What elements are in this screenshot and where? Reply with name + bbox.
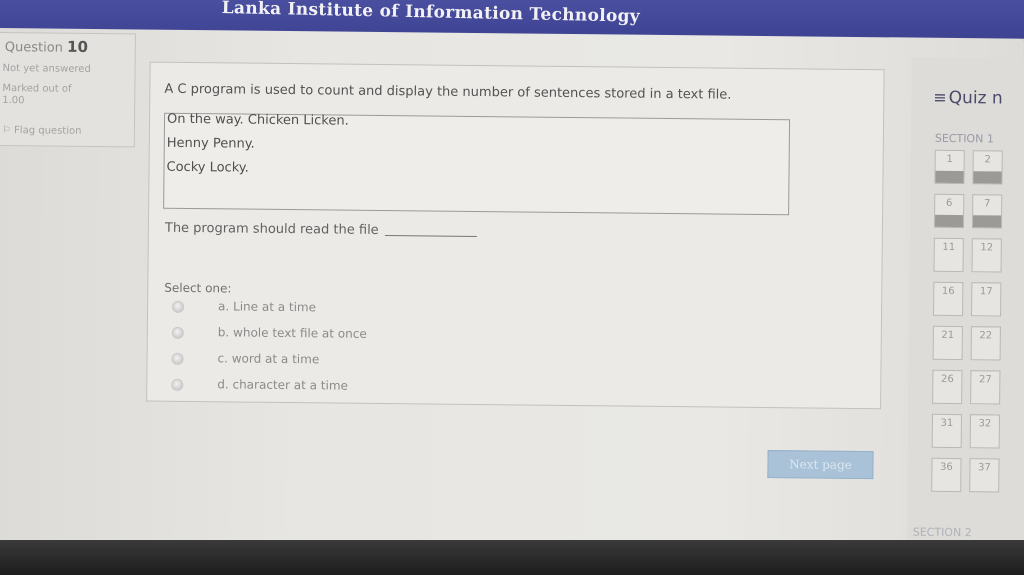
file-content-box: On the way. Chicken Licken. Henny Penny.… (163, 111, 791, 216)
option-label: c. word at a time (217, 351, 320, 367)
option-label: b. whole text file at once (217, 325, 367, 341)
answer-blank (384, 235, 477, 238)
question-prompt: The program should read the file (165, 221, 477, 239)
question-nav-cell[interactable]: 32 (969, 414, 1001, 449)
question-nav-cell[interactable]: 37 (969, 458, 1000, 493)
question-nav-cell[interactable]: 21 (932, 325, 963, 361)
file-line: On the way. Chicken Licken. (166, 111, 349, 129)
question-nav-cell[interactable]: 17 (971, 282, 1002, 317)
monitor-bezel (0, 540, 1024, 575)
question-nav-cell[interactable]: 26 (932, 369, 963, 405)
question-nav-cell[interactable]: 7 (971, 194, 1003, 229)
question-text: A C program is used to count and display… (164, 81, 732, 103)
site-title: Lanka Institute of Information Technolog… (221, 0, 641, 27)
question-box: A C program is used to count and display… (146, 61, 885, 410)
option-d[interactable]: d. character at a time (171, 377, 491, 398)
question-nav-grid: 1 2 6 7 11 12 16 17 21 22 26 27 31 32 36 37 (912, 58, 1024, 493)
section-2-label: SECTION 2 (912, 525, 972, 540)
question-nav-cell[interactable]: 1 (934, 149, 965, 185)
question-nav-cell[interactable]: 6 (933, 193, 965, 229)
marked-out-of-label: Marked out of (2, 83, 72, 95)
option-label: a. Line at a time (218, 299, 317, 315)
question-nav-cell[interactable]: 36 (931, 457, 962, 493)
flag-icon: ⚐ (1, 125, 11, 137)
question-number: Question 10 (4, 37, 89, 56)
option-b[interactable]: b. whole text file at once (171, 325, 492, 346)
option-c[interactable]: c. word at a time (171, 351, 491, 372)
question-nav-cell[interactable]: 31 (931, 413, 963, 449)
next-page-button[interactable]: Next page (767, 450, 874, 480)
radio-button[interactable] (171, 352, 184, 365)
option-label: d. character at a time (217, 377, 349, 393)
quiz-nav-title: ≡ Quiz n (933, 87, 1003, 109)
select-one-label: Select one: (164, 280, 232, 296)
flag-question-link[interactable]: ⚐ Flag question (2, 125, 82, 137)
radio-button[interactable] (171, 326, 184, 339)
question-nav-cell[interactable]: 2 (972, 150, 1003, 185)
file-line: Henny Penny. (166, 135, 255, 152)
quiz-page: Question 10 Not yet answered Marked out … (0, 28, 1024, 575)
question-nav-cell[interactable]: 16 (933, 281, 964, 317)
quiz-navigation-panel: ≡ Quiz n SECTION 1 1 2 6 7 11 12 16 17 21 22 26 27 31… (906, 57, 1024, 575)
question-info-panel: Question 10 Not yet answered Marked out … (0, 31, 136, 148)
radio-button[interactable] (171, 378, 184, 391)
hamburger-icon[interactable]: ≡ (933, 88, 947, 107)
question-nav-cell[interactable]: 27 (970, 370, 1001, 405)
option-a[interactable]: a. Line at a time (172, 299, 492, 320)
radio-button[interactable] (172, 300, 185, 313)
file-line: Cocky Locky. (166, 159, 249, 176)
question-nav-cell[interactable]: 12 (971, 238, 1002, 273)
marks-value: 1.00 (2, 95, 25, 107)
question-nav-cell[interactable]: 11 (933, 237, 964, 273)
question-nav-cell[interactable]: 22 (970, 326, 1001, 361)
section-1-label: SECTION 1 (934, 131, 994, 146)
answer-status: Not yet answered (2, 63, 91, 75)
